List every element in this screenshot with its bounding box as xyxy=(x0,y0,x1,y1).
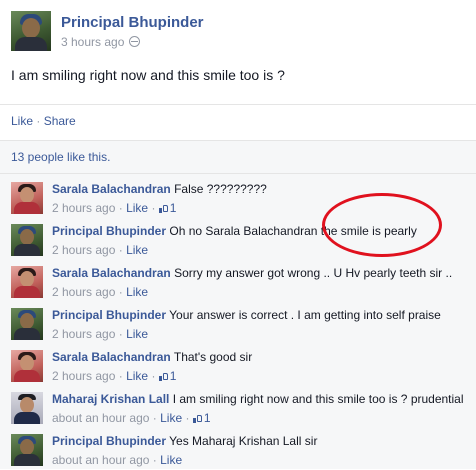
comment-body: Sarala Balachandran That's good sir xyxy=(52,350,252,364)
commenter-avatar[interactable] xyxy=(11,350,43,382)
comment-time[interactable]: 2 hours ago xyxy=(52,285,115,299)
comment-time[interactable]: 2 hours ago xyxy=(52,369,115,383)
comment-body: Principal Bhupinder Yes Maharaj Krishan … xyxy=(52,434,317,448)
comment-author[interactable]: Principal Bhupinder xyxy=(52,434,166,448)
share-button[interactable]: Share xyxy=(44,114,76,128)
comment-item: Sarala Balachandran Sorry my answer got … xyxy=(0,260,476,302)
comment-meta: about an hour ago · Like · 1 xyxy=(52,411,211,425)
comment-item: Principal Bhupinder Yes Maharaj Krishan … xyxy=(0,428,476,470)
likes-summary-link[interactable]: 13 people like this. xyxy=(11,150,110,164)
comment-time[interactable]: 2 hours ago xyxy=(52,201,115,215)
comment-like-count[interactable]: 1 xyxy=(158,201,176,215)
comment-item: Sarala Balachandran That's good sir 2 ho… xyxy=(0,344,476,386)
action-separator: · xyxy=(36,114,41,128)
comment-meta: 2 hours ago · Like xyxy=(52,327,149,341)
comment-like-button[interactable]: Like xyxy=(126,327,148,341)
comment-time[interactable]: 2 hours ago xyxy=(52,327,115,341)
post-timestamp: 3 hours ago xyxy=(61,35,141,49)
author-avatar[interactable] xyxy=(11,11,51,51)
post-time-link[interactable]: 3 hours ago xyxy=(61,35,124,49)
thumbs-up-icon xyxy=(158,372,168,381)
comment-author[interactable]: Principal Bhupinder xyxy=(52,308,166,322)
commenter-avatar[interactable] xyxy=(11,308,43,340)
comment-body: Maharaj Krishan Lall I am smiling right … xyxy=(52,392,464,406)
comment-author[interactable]: Sarala Balachandran xyxy=(52,350,171,364)
comment-item: Maharaj Krishan Lall I am smiling right … xyxy=(0,386,476,428)
comment-author[interactable]: Maharaj Krishan Lall xyxy=(52,392,169,406)
thumbs-up-icon xyxy=(158,204,168,213)
thumbs-up-icon xyxy=(192,414,202,423)
like-button[interactable]: Like xyxy=(11,114,33,128)
comment-meta: 2 hours ago · Like xyxy=(52,285,149,299)
post-actions: Like · Share xyxy=(0,104,476,137)
comment-meta: 2 hours ago · Like · 1 xyxy=(52,369,177,383)
comment-like-button[interactable]: Like xyxy=(126,369,148,383)
comment-time[interactable]: about an hour ago xyxy=(52,411,149,425)
comment-body: Principal Bhupinder Your answer is corre… xyxy=(52,308,441,322)
comment-text: That's good sir xyxy=(173,350,253,364)
comment-like-count[interactable]: 1 xyxy=(158,369,176,383)
comment-like-button[interactable]: Like xyxy=(126,243,148,257)
globe-icon[interactable] xyxy=(129,36,141,47)
comment-author[interactable]: Sarala Balachandran xyxy=(52,266,171,280)
comment-text: Your answer is correct . I am getting in… xyxy=(169,308,441,322)
commenter-avatar[interactable] xyxy=(11,434,43,466)
comment-text: False ????????? xyxy=(174,182,267,196)
commenter-avatar[interactable] xyxy=(11,266,43,298)
commenter-avatar[interactable] xyxy=(11,182,43,214)
comment-text: Sorry my answer got wrong .. U Hv pearly… xyxy=(174,266,453,280)
comment-text: Yes Maharaj Krishan Lall sir xyxy=(169,434,318,448)
commenter-avatar[interactable] xyxy=(11,224,43,256)
post-text: I am smiling right now and this smile to… xyxy=(11,67,285,83)
post-header: Principal Bhupinder 3 hours ago xyxy=(0,0,476,56)
comment-body: Sarala Balachandran False ????????? xyxy=(52,182,267,196)
comment-like-button[interactable]: Like xyxy=(160,411,182,425)
comment-text: I am smiling right now and this smile to… xyxy=(172,392,464,406)
post-author-name[interactable]: Principal Bhupinder xyxy=(61,14,204,31)
comment-time[interactable]: about an hour ago xyxy=(52,453,149,467)
comment-time[interactable]: 2 hours ago xyxy=(52,243,115,257)
comment-like-button[interactable]: Like xyxy=(126,285,148,299)
comment-body: Sarala Balachandran Sorry my answer got … xyxy=(52,266,452,280)
comment-author[interactable]: Sarala Balachandran xyxy=(52,182,171,196)
comment-meta: about an hour ago · Like xyxy=(52,453,183,467)
comment-item: Principal Bhupinder Your answer is corre… xyxy=(0,302,476,344)
comment-meta: 2 hours ago · Like · 1 xyxy=(52,201,177,215)
comment-author[interactable]: Principal Bhupinder xyxy=(52,224,166,238)
likes-summary-bar: 13 people like this. xyxy=(0,140,476,174)
red-circle-annotation xyxy=(322,193,442,257)
comment-like-button[interactable]: Like xyxy=(160,453,182,467)
comment-like-count[interactable]: 1 xyxy=(192,411,211,425)
comment-like-button[interactable]: Like xyxy=(126,201,148,215)
comment-meta: 2 hours ago · Like xyxy=(52,243,149,257)
commenter-avatar[interactable] xyxy=(11,392,43,424)
